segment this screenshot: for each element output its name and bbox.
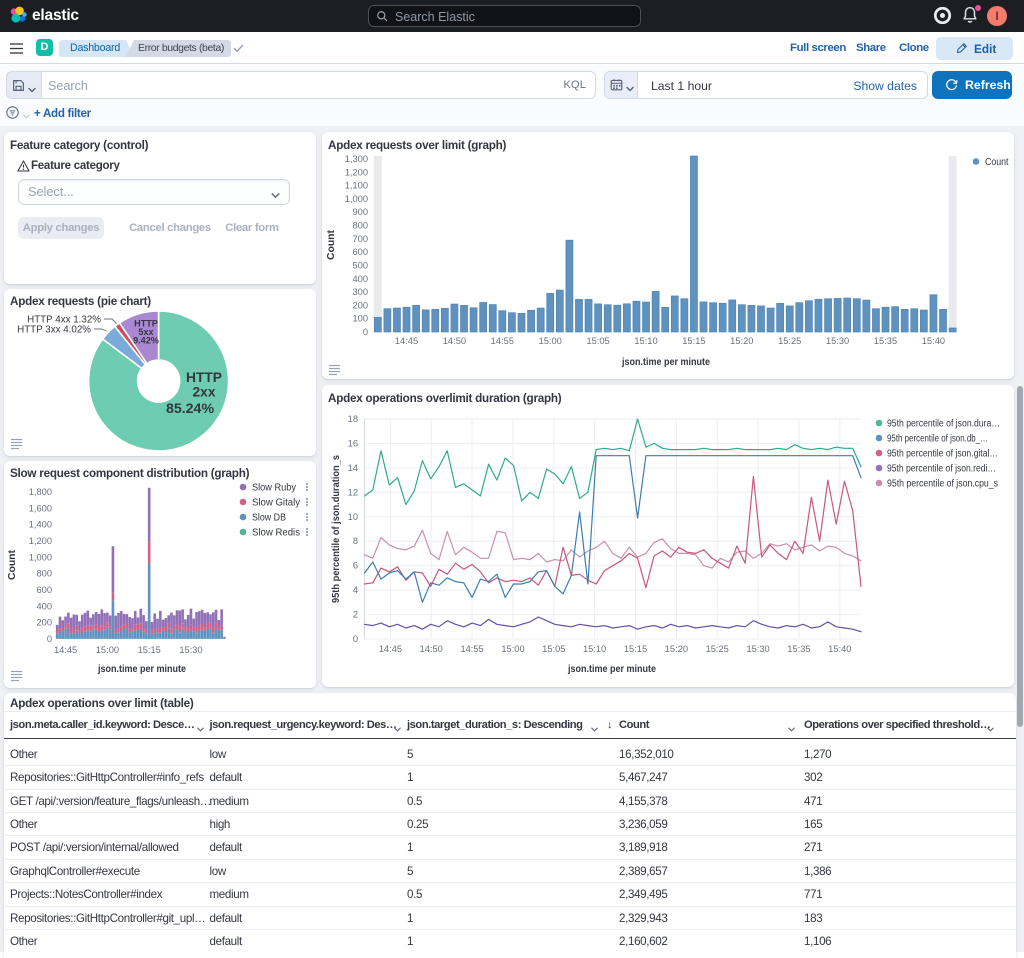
- svg-text:15:15: 15:15: [624, 644, 647, 654]
- svg-text:15:15: 15:15: [138, 645, 161, 655]
- svg-text:Slow DB: Slow DB: [252, 512, 286, 523]
- svg-text:15:10: 15:10: [634, 336, 657, 346]
- svg-text:15:00: 15:00: [501, 644, 524, 654]
- svg-text:15:20: 15:20: [665, 644, 688, 654]
- svg-text:8: 8: [353, 536, 358, 546]
- svg-text:95th percentile of json.gital…: 95th percentile of json.gital…: [887, 448, 998, 459]
- svg-text:1,000: 1,000: [345, 194, 368, 204]
- svg-text:15:30: 15:30: [746, 644, 769, 654]
- svg-text:1,600: 1,600: [29, 503, 52, 513]
- svg-text:400: 400: [352, 274, 368, 284]
- svg-text:14:55: 14:55: [460, 644, 483, 654]
- svg-text:14:45: 14:45: [54, 645, 77, 655]
- svg-text:95th percentile of json.cpu_s: 95th percentile of json.cpu_s: [887, 478, 998, 489]
- svg-text:15:00: 15:00: [96, 645, 119, 655]
- svg-text:15:25: 15:25: [778, 336, 801, 346]
- svg-text:6: 6: [353, 561, 358, 571]
- svg-text:600: 600: [352, 247, 368, 257]
- svg-text:Slow Ruby: Slow Ruby: [252, 482, 296, 493]
- svg-text:95th percentile of json.dura…: 95th percentile of json.dura…: [887, 418, 1000, 429]
- svg-text:1,400: 1,400: [29, 520, 52, 530]
- svg-text:1,200: 1,200: [29, 536, 52, 546]
- svg-text:1,800: 1,800: [29, 487, 52, 497]
- svg-text:Count: Count: [985, 157, 1009, 168]
- svg-text:95th percentile of json.db_…: 95th percentile of json.db_…: [887, 433, 988, 444]
- svg-text:15:05: 15:05: [542, 644, 565, 654]
- svg-text:200: 200: [36, 618, 52, 628]
- svg-text:15:40: 15:40: [828, 644, 851, 654]
- svg-text:18: 18: [348, 414, 358, 424]
- svg-text:1,000: 1,000: [29, 552, 52, 562]
- svg-text:600: 600: [36, 585, 52, 595]
- svg-text:Count: Count: [7, 549, 18, 580]
- svg-text:15:30: 15:30: [179, 645, 202, 655]
- svg-text:15:15: 15:15: [682, 336, 705, 346]
- svg-text:2xx: 2xx: [192, 385, 215, 400]
- svg-text:Count: Count: [326, 229, 337, 260]
- svg-text:15:00: 15:00: [539, 336, 562, 346]
- svg-text:500: 500: [352, 261, 368, 271]
- svg-text:15:20: 15:20: [730, 336, 753, 346]
- svg-text:800: 800: [352, 221, 368, 231]
- svg-text:15:40: 15:40: [922, 336, 945, 346]
- svg-text:900: 900: [352, 207, 368, 217]
- svg-text:15:05: 15:05: [586, 336, 609, 346]
- svg-text:200: 200: [352, 300, 368, 310]
- svg-text:HTTP 3xx 4.02%: HTTP 3xx 4.02%: [17, 325, 91, 336]
- svg-text:14:50: 14:50: [420, 644, 443, 654]
- svg-text:json.time per minute: json.time per minute: [97, 664, 186, 675]
- svg-text:1,200: 1,200: [345, 167, 368, 177]
- svg-text:95th percentile of json.redi…: 95th percentile of json.redi…: [887, 463, 996, 474]
- svg-text:12: 12: [348, 487, 358, 497]
- svg-text:14:45: 14:45: [395, 336, 418, 346]
- svg-text:400: 400: [36, 601, 52, 611]
- svg-text:HTTP: HTTP: [186, 370, 222, 385]
- svg-text:1,100: 1,100: [345, 181, 368, 191]
- svg-text:700: 700: [352, 234, 368, 244]
- svg-text:14:55: 14:55: [491, 336, 514, 346]
- svg-text:800: 800: [36, 569, 52, 579]
- svg-text:85.24%: 85.24%: [166, 401, 215, 417]
- svg-text:95th percentile of json.durati: 95th percentile of json.duration_s: [331, 455, 342, 603]
- svg-text:1,300: 1,300: [345, 154, 368, 164]
- svg-text:0: 0: [47, 634, 52, 644]
- svg-text:json.time per minute: json.time per minute: [567, 664, 656, 675]
- svg-text:9.42%: 9.42%: [133, 336, 159, 346]
- svg-text:0: 0: [353, 634, 358, 644]
- svg-text:300: 300: [352, 287, 368, 297]
- svg-text:15:35: 15:35: [874, 336, 897, 346]
- svg-text:15:35: 15:35: [787, 644, 810, 654]
- svg-text:json.time per minute: json.time per minute: [621, 357, 710, 368]
- svg-text:14: 14: [348, 463, 358, 473]
- svg-text:15:30: 15:30: [826, 336, 849, 346]
- svg-text:Slow Redis: Slow Redis: [252, 527, 300, 538]
- svg-text:14:45: 14:45: [379, 644, 402, 654]
- svg-text:4: 4: [353, 585, 358, 595]
- svg-text:Slow Gitaly: Slow Gitaly: [252, 497, 300, 508]
- svg-text:2: 2: [353, 610, 358, 620]
- svg-text:16: 16: [348, 438, 358, 448]
- svg-text:15:10: 15:10: [583, 644, 606, 654]
- svg-text:100: 100: [352, 314, 368, 324]
- svg-text:14:50: 14:50: [443, 336, 466, 346]
- svg-text:10: 10: [348, 512, 358, 522]
- svg-text:0: 0: [363, 327, 368, 337]
- svg-text:15:25: 15:25: [706, 644, 729, 654]
